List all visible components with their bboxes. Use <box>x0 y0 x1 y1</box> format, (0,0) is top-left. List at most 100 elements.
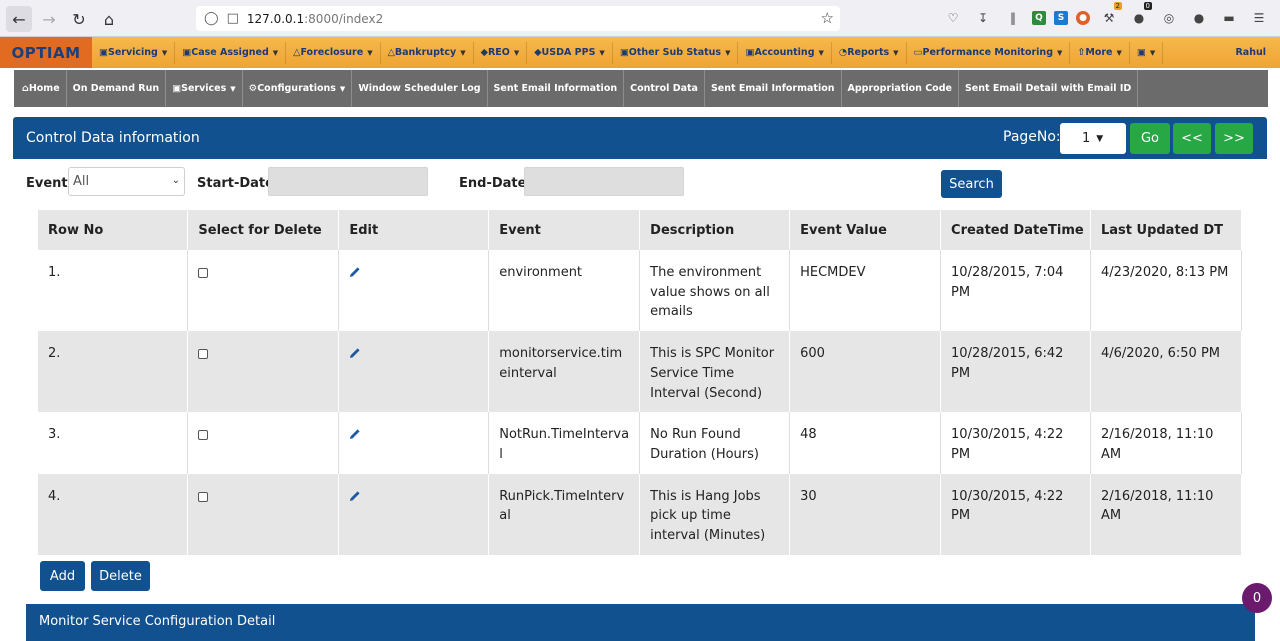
nav-label: Bankruptcy <box>394 47 457 58</box>
pocket-icon[interactable]: ♡ <box>942 8 964 28</box>
caret-down-icon: ▼ <box>513 48 520 57</box>
delete-checkbox[interactable] <box>198 491 209 502</box>
nav-performance-monitoring[interactable]: ▭ Performance Monitoring ▼ <box>907 41 1071 64</box>
download-icon[interactable]: ↧ <box>972 8 994 28</box>
end-date-input[interactable] <box>524 167 684 196</box>
delete-button[interactable]: Delete <box>91 561 150 591</box>
user-name[interactable]: Rahul <box>1235 47 1266 58</box>
address-bar[interactable]: ◯ □ 127.0.0.1:8000/index2 ☆ <box>196 6 840 31</box>
cell-updated: 4/23/2020, 8:13 PM <box>1090 250 1243 332</box>
subnav-sent-email-information-2[interactable]: Sent Email Information <box>705 70 842 107</box>
cell-created: 10/28/2015, 6:42 PM <box>940 331 1091 413</box>
subnav-home[interactable]: ⌂ Home <box>16 70 67 107</box>
cell-event-value: 30 <box>789 473 942 555</box>
cell-event: NotRun.TimeInterval <box>488 412 641 474</box>
reload-icon[interactable]: ↻ <box>66 6 92 32</box>
cell-event: monitorservice.timeinterval <box>488 331 641 413</box>
cell-description: This is SPC Monitor Service Time Interva… <box>639 331 791 413</box>
subnav-label: Appropriation Code <box>847 83 952 94</box>
col-header-description: Description <box>639 210 791 250</box>
delete-checkbox[interactable] <box>198 268 209 278</box>
library-icon[interactable]: ‖ <box>1002 8 1024 28</box>
subnav-sent-email-information[interactable]: Sent Email Information <box>488 70 625 107</box>
menu-icon[interactable]: ☰ <box>1248 8 1270 28</box>
pageno-select[interactable]: 1 ▼ <box>1060 123 1126 154</box>
start-date-input[interactable] <box>268 167 428 196</box>
tool-extension-icon[interactable]: ⚒ 2 <box>1098 2 1122 28</box>
cell-row-no: 1. <box>38 250 189 332</box>
subnav-window-scheduler-log[interactable]: Window Scheduler Log <box>352 70 488 107</box>
subnav-label: Window Scheduler Log <box>358 83 481 94</box>
monitor-config-panel-header: Monitor Service Configuration Detail <box>26 604 1255 641</box>
subnav-configurations[interactable]: ⚙ Configurations ▼ <box>243 70 353 107</box>
url-host: 127.0.0.1 <box>246 11 305 26</box>
nav-foreclosure[interactable]: △ Foreclosure ▼ <box>286 41 381 64</box>
add-button[interactable]: Add <box>40 561 85 591</box>
tag-icon: ◆ <box>480 47 488 58</box>
nav-reo[interactable]: ◆ REO ▼ <box>474 41 528 64</box>
nav-more[interactable]: ⇧ More ▼ <box>1070 41 1130 64</box>
cell-event-value: 600 <box>789 331 942 413</box>
delete-checkbox[interactable] <box>198 349 209 360</box>
browser-toolbar: ← → ↻ ⌂ ◯ □ 127.0.0.1:8000/index2 ☆ ♡ ↧ … <box>0 0 1280 37</box>
cell-row-no: 4. <box>38 473 189 555</box>
forward-arrow-icon[interactable]: → <box>36 6 62 32</box>
nav-accounting[interactable]: ▣ Accounting ▼ <box>738 41 832 64</box>
subnav-label: Configurations <box>257 83 336 94</box>
monitor-config-panel-title: Monitor Service Configuration Detail <box>39 614 276 629</box>
caret-down-icon: ▼ <box>367 48 373 57</box>
pencil-edit-icon[interactable] <box>349 346 361 366</box>
nav-case-assigned[interactable]: ▣ Case Assigned ▼ <box>175 41 287 64</box>
globe-icon[interactable]: ◎ <box>1158 8 1180 28</box>
go-button[interactable]: Go <box>1130 123 1170 154</box>
nav-bankruptcy[interactable]: △ Bankruptcy ▼ <box>381 41 474 64</box>
url-path: :8000/index2 <box>304 11 384 26</box>
cell-created: 10/30/2015, 4:22 PM <box>940 412 1091 474</box>
extension-badge: 2 <box>1113 2 1122 10</box>
nav-extra[interactable]: ▣ ▼ <box>1130 41 1164 64</box>
notification-count-badge[interactable]: 0 <box>1242 583 1272 613</box>
nav-servicing[interactable]: ▣ Servicing ▼ <box>92 41 176 64</box>
search-button[interactable]: Search <box>941 170 1002 198</box>
subnav-control-data[interactable]: Control Data <box>624 70 705 107</box>
next-page-button[interactable]: >> <box>1215 123 1253 154</box>
nav-reports[interactable]: ◔ Reports ▼ <box>832 41 907 64</box>
duckduckgo-icon[interactable]: ● <box>1076 11 1090 25</box>
back-arrow-icon[interactable]: ← <box>6 6 32 32</box>
table-row: 1. environment The environment value sho… <box>38 250 1243 332</box>
nav-label: Foreclosure <box>300 47 364 58</box>
event-label: Event: <box>26 176 73 191</box>
bookmark-star-icon[interactable]: ☆ <box>821 9 834 27</box>
notification-extension-icon[interactable]: ● 0 <box>1128 2 1152 28</box>
pencil-edit-icon[interactable] <box>349 427 361 447</box>
event-select[interactable]: All ⌄ <box>68 167 185 196</box>
subnav-services[interactable]: ▣ Services ▼ <box>166 70 243 107</box>
top-navigation: OPTIAM ▣ Servicing ▼ ▣ Case Assigned ▼ △ Fore… <box>0 37 1280 68</box>
shield-icon: ◯ <box>204 11 219 26</box>
caret-down-icon: ▼ <box>272 48 279 57</box>
tray-icon[interactable]: ▬ <box>1218 8 1240 28</box>
s-extension-icon[interactable]: S <box>1054 11 1068 25</box>
home-icon[interactable]: ⌂ <box>96 6 122 32</box>
cell-description: This is Hang Jobs pick up time interval … <box>639 473 791 555</box>
cookie-icon[interactable]: ● <box>1188 8 1210 28</box>
nav-other-sub-status[interactable]: ▣ Other Sub Status ▼ <box>613 41 739 64</box>
table-row: 2. monitorservice.timeinterval This is S… <box>38 331 1243 413</box>
subnav-on-demand-run[interactable]: On Demand Run <box>67 70 167 107</box>
subnav-sent-email-detail[interactable]: Sent Email Detail with Email ID <box>959 70 1139 107</box>
desktop-icon: ▭ <box>913 47 923 58</box>
panel-header: Control Data information PageNo: 1 ▼ Go <… <box>13 117 1267 159</box>
cell-select <box>187 412 340 474</box>
nav-usda-pps[interactable]: ◆ USDA PPS ▼ <box>527 41 613 64</box>
delete-checkbox[interactable] <box>198 430 209 441</box>
cell-updated: 4/6/2020, 6:50 PM <box>1090 331 1243 413</box>
q-extension-icon[interactable]: Q <box>1032 11 1046 25</box>
pencil-edit-icon[interactable] <box>349 265 361 285</box>
pencil-edit-icon[interactable] <box>349 489 361 509</box>
brand-logo[interactable]: OPTIAM <box>0 37 92 68</box>
subnav-appropriation-code[interactable]: Appropriation Code <box>842 70 959 107</box>
subnav-label: Home <box>28 83 60 94</box>
prev-page-button[interactable]: << <box>1173 123 1211 154</box>
cell-row-no: 3. <box>38 412 189 474</box>
col-header-event: Event <box>488 210 641 250</box>
